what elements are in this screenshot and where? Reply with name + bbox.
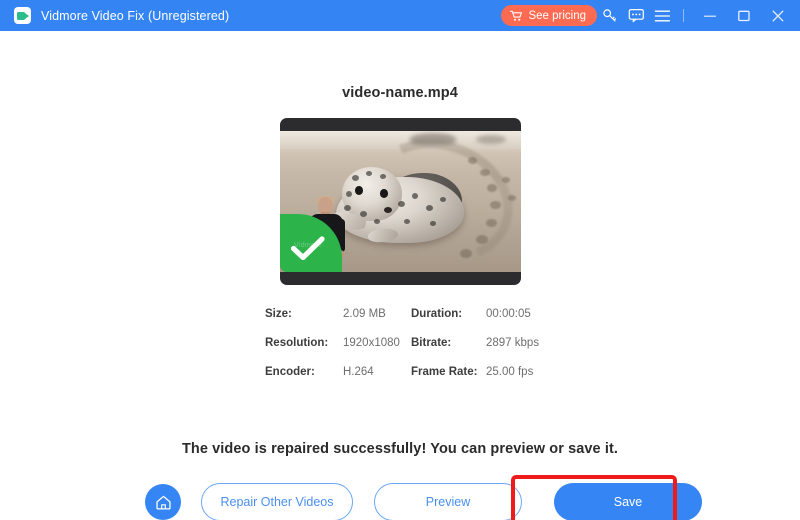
metadata-label: Size:: [265, 308, 343, 320]
video-camera-icon: [14, 7, 31, 24]
metadata-value: 25.00 fps: [486, 366, 555, 378]
see-pricing-button[interactable]: See pricing: [501, 5, 597, 26]
video-preview[interactable]: Vidmore: [280, 118, 521, 285]
home-button[interactable]: [145, 484, 181, 520]
repair-other-videos-button[interactable]: Repair Other Videos: [201, 483, 353, 520]
app-window: Vidmore Video Fix (Unregistered) See pri…: [0, 0, 800, 520]
home-icon: [154, 493, 173, 512]
hamburger-menu-icon[interactable]: [649, 0, 675, 31]
metadata-value: 2897 kbps: [486, 337, 555, 349]
metadata-label: Frame Rate:: [411, 366, 486, 378]
shopping-cart-icon: [510, 10, 523, 22]
metadata-value: H.264: [343, 366, 411, 378]
action-bar: Repair Other Videos Preview Save: [145, 483, 702, 520]
main-content: video-name.mp4: [0, 31, 800, 520]
metadata-value: 00:00:05: [486, 308, 555, 320]
see-pricing-label: See pricing: [528, 10, 586, 22]
toolbar-divider: [683, 9, 684, 22]
video-frame: Vidmore: [280, 131, 521, 272]
seal-nose: [384, 207, 392, 213]
metadata-label: Encoder:: [265, 366, 343, 378]
app-title: Vidmore Video Fix (Unregistered): [41, 9, 229, 23]
metadata-label: Duration:: [411, 308, 486, 320]
video-filename: video-name.mp4: [0, 85, 800, 101]
metadata-value: 1920x1080: [343, 337, 411, 349]
metadata-label: Bitrate:: [411, 337, 486, 349]
title-bar-controls: See pricing: [501, 0, 800, 31]
maximize-button[interactable]: [727, 0, 761, 31]
metadata-value: 2.09 MB: [343, 308, 411, 320]
close-button[interactable]: [761, 0, 795, 31]
seal-eye-left: [355, 186, 363, 195]
video-metadata: Size: 2.09 MB Duration: 00:00:05 Resolut…: [265, 308, 555, 378]
save-button[interactable]: Save: [554, 483, 702, 520]
title-bar: Vidmore Video Fix (Unregistered) See pri…: [0, 0, 800, 31]
status-message: The video is repaired successfully! You …: [0, 441, 800, 457]
seal-eye-right: [380, 189, 388, 198]
feedback-chat-icon[interactable]: [623, 0, 649, 31]
minimize-button[interactable]: [693, 0, 727, 31]
preview-button[interactable]: Preview: [374, 483, 522, 520]
metadata-label: Resolution:: [265, 337, 343, 349]
key-icon[interactable]: [597, 0, 623, 31]
